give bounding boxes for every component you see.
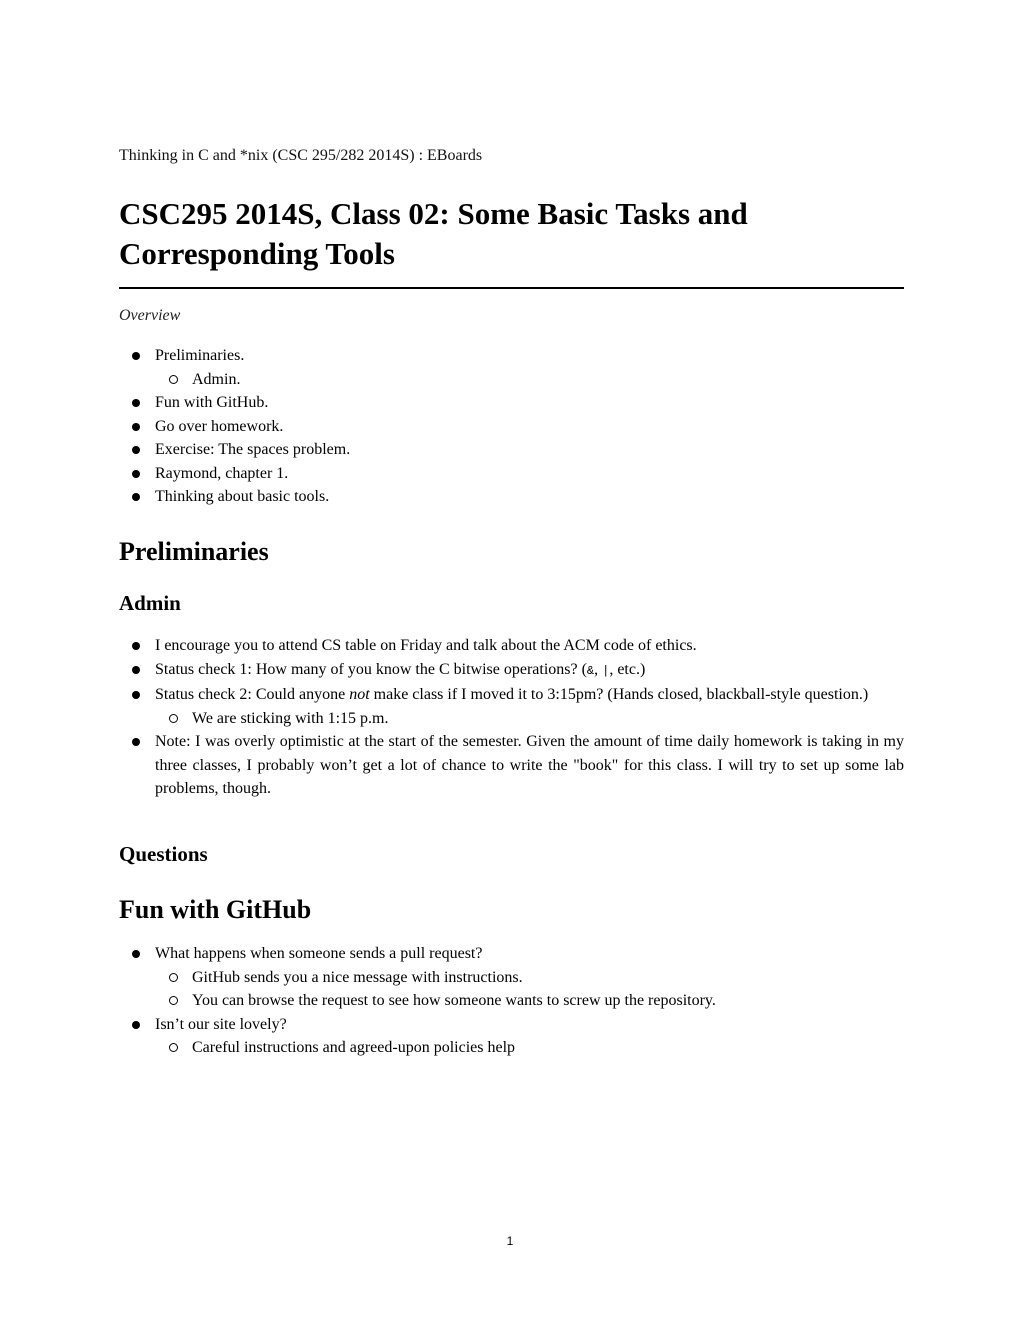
- page-title: CSC295 2014S, Class 02: Some Basic Tasks…: [119, 194, 904, 289]
- list-item-text: Isn’t our site lovely?: [155, 1015, 287, 1033]
- list-item: Go over homework.: [119, 415, 904, 439]
- section-heading-preliminaries: Preliminaries: [119, 537, 269, 566]
- list-item-text: GitHub sends you a nice message with ins…: [192, 968, 523, 986]
- list-item: Note: I was overly optimistic at the sta…: [119, 730, 904, 801]
- list-item-text: You can browse the request to see how so…: [192, 992, 716, 1009]
- list-item: Exercise: The spaces problem.: [119, 438, 904, 462]
- document-breadcrumb: Thinking in C and *nix (CSC 295/282 2014…: [119, 147, 483, 164]
- list-item-text: Go over homework.: [155, 417, 284, 435]
- list-item: GitHub sends you a nice message with ins…: [119, 966, 904, 990]
- list-item-text: Preliminaries.: [155, 347, 245, 364]
- github-list: What happens when someone sends a pull r…: [119, 942, 904, 1060]
- overview-label: Overview: [119, 307, 181, 324]
- list-item: Admin.: [119, 368, 904, 392]
- subsection-heading-admin: Admin: [119, 591, 181, 615]
- list-item: Status check 1: How many of you know the…: [119, 658, 904, 684]
- list-item: Fun with GitHub.: [119, 391, 904, 415]
- list-item: Raymond, chapter 1.: [119, 462, 904, 486]
- list-item: Isn’t our site lovely?: [119, 1013, 904, 1037]
- list-item-text: , etc.): [609, 660, 646, 678]
- list-item-text: Thinking about basic tools.: [155, 488, 330, 505]
- list-item: Status check 2: Could anyone not make cl…: [119, 683, 904, 707]
- list-item: Thinking about basic tools.: [119, 485, 904, 509]
- list-item: Careful instructions and agreed-upon pol…: [119, 1036, 904, 1060]
- list-item-text: Status check 2: Could anyone: [155, 686, 350, 703]
- admin-list: I encourage you to attend CS table on Fr…: [119, 634, 904, 801]
- list-item: What happens when someone sends a pull r…: [119, 942, 904, 966]
- list-item-text: Raymond, chapter 1.: [155, 464, 289, 482]
- list-item: You can browse the request to see how so…: [119, 989, 904, 1013]
- list-item-text: What happens when someone sends a pull r…: [155, 945, 483, 962]
- section-heading-github: Fun with GitHub: [119, 895, 312, 924]
- page-number: 1: [506, 1234, 514, 1248]
- list-item-text: Careful instructions and agreed-upon pol…: [192, 1039, 516, 1056]
- list-item-text: Exercise: The spaces problem.: [155, 441, 351, 458]
- list-item-text: Note: I was overly optimistic at the sta…: [155, 733, 904, 797]
- list-item: We are sticking with 1:15 p.m.: [119, 707, 904, 731]
- list-item-text: ,: [594, 660, 603, 678]
- subsection-heading-questions: Questions: [119, 842, 208, 866]
- list-item: I encourage you to attend CS table on Fr…: [119, 634, 904, 658]
- list-item-text: Fun with GitHub.: [155, 394, 269, 411]
- emphasis-not: not: [349, 686, 370, 703]
- overview-list: Preliminaries. Admin. Fun with GitHub. G…: [119, 344, 904, 509]
- list-item-text: make class if I moved it to 3:15pm? (Han…: [369, 686, 869, 703]
- list-item-text: We are sticking with 1:15 p.m.: [192, 709, 389, 727]
- list-item: Preliminaries.: [119, 344, 904, 368]
- list-item-text: Status check 1: How many of you know the…: [155, 660, 587, 678]
- list-item-text: I encourage you to attend CS table on Fr…: [155, 637, 697, 654]
- list-item-text: Admin.: [192, 370, 241, 388]
